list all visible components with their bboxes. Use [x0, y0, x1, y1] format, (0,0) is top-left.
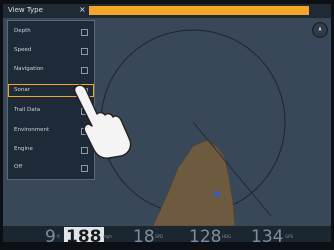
readout-value-highlighted: 188 [64, 227, 104, 242]
menu-item-label: Speed [14, 47, 32, 53]
readout-value: 9 [45, 227, 56, 242]
readout-unit: mph [103, 234, 112, 239]
checkbox[interactable] [81, 29, 88, 36]
menu-item-label: Engine [14, 146, 33, 152]
readout-unit: GPS [285, 234, 294, 239]
checkbox[interactable] [81, 165, 88, 172]
device-frame: View Type × Depth Speed Navigation Sonar [0, 0, 334, 250]
menu-item-label: Off [14, 164, 23, 170]
readout-unit: ft [57, 234, 60, 239]
checkbox[interactable] [81, 48, 88, 55]
menu-item-label: Trail Data [14, 107, 41, 113]
top-bar: View Type × [3, 4, 331, 18]
chart-screen: View Type × Depth Speed Navigation Sonar [3, 4, 331, 242]
boat-marker [214, 191, 220, 197]
menu-item-label: Navigation [14, 66, 44, 72]
menu-item-off[interactable]: Off [8, 161, 94, 174]
readout-value: 128 [189, 227, 222, 242]
data-readout-bar: 9 ft 188 mph 18 SPD 128 HDG 134 GPS [3, 226, 331, 242]
menu-item-label: Depth [14, 28, 31, 34]
compass-icon[interactable] [312, 22, 328, 38]
menu-item-label: Environment [14, 127, 50, 133]
pointing-hand-icon [73, 84, 132, 159]
menu-item-navigation[interactable]: Navigation [8, 63, 94, 76]
close-icon[interactable]: × [79, 5, 86, 14]
menu-item-label: Sonar [14, 87, 30, 93]
readout-value: 18 [133, 227, 155, 242]
readout-value: 134 [251, 227, 284, 242]
compass-needle [318, 26, 322, 31]
menu-title: View Type [8, 6, 43, 14]
menu-item-depth[interactable]: Depth [8, 25, 94, 38]
readout-unit: HDG [222, 234, 232, 239]
menu-item-speed[interactable]: Speed [8, 44, 94, 57]
checkbox[interactable] [81, 67, 88, 74]
status-bar [89, 6, 309, 15]
readout-unit: SPD [155, 234, 164, 239]
